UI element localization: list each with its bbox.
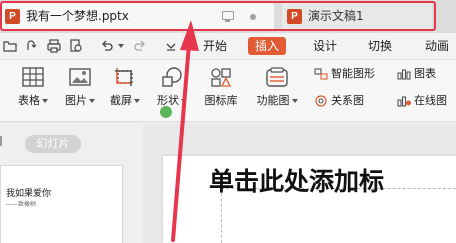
- shape-icon: [162, 67, 182, 87]
- document-tab-active[interactable]: P 我有一个梦想.pptx: [0, 3, 274, 29]
- slide-editor: 单击此处添加标: [143, 123, 456, 243]
- icon-library-button[interactable]: 图标库: [196, 60, 246, 122]
- picture-label: 图片: [65, 94, 87, 107]
- chevron-down-icon: [291, 99, 298, 103]
- unsaved-dot-icon[interactable]: [250, 14, 256, 20]
- chevron-down-icon: [134, 99, 140, 103]
- tab-slides[interactable]: 幻灯片: [25, 135, 81, 153]
- chart-label: 图表: [414, 67, 436, 80]
- relation-chart-label: 关系图: [331, 94, 364, 107]
- screenshot-icon: [115, 68, 133, 86]
- tab-title: 我有一个梦想.pptx: [26, 9, 129, 23]
- function-chart-button[interactable]: 功能图: [250, 60, 304, 122]
- chevron-down-icon: [181, 99, 187, 103]
- function-chart-label: 功能图: [256, 94, 290, 107]
- print-icon[interactable]: [47, 39, 61, 53]
- collapse-panel-icon[interactable]: [0, 136, 6, 146]
- shape-label: 形状: [157, 94, 179, 107]
- online-chart-label: 在线图: [414, 94, 447, 107]
- folder-icon[interactable]: [3, 39, 17, 53]
- function-chart-icon: [266, 67, 288, 87]
- smart-graphic-button[interactable]: 智能图形: [314, 65, 375, 83]
- smart-graphic-label: 智能图形: [331, 67, 375, 80]
- shape-button[interactable]: 形状: [150, 60, 194, 122]
- undo-icon[interactable]: [100, 39, 114, 53]
- slide-thumbnail[interactable]: 我如果爱你 ——致橡树: [0, 165, 123, 243]
- tab-title: 演示文稿1: [308, 9, 364, 23]
- relation-chart-icon: [315, 95, 327, 107]
- cursor-indicator: [160, 106, 172, 118]
- customize-toolbar-icon[interactable]: [164, 39, 178, 53]
- title-placeholder-text[interactable]: 单击此处添加标: [209, 169, 384, 194]
- redo-file-icon[interactable]: [25, 39, 39, 53]
- table-icon: [22, 67, 44, 87]
- menu-animation[interactable]: 动画: [425, 38, 449, 54]
- menu-bar: 开始 插入 设计 切换 动画: [0, 33, 456, 60]
- picture-button[interactable]: 图片: [57, 60, 103, 122]
- undo-dropdown-icon[interactable]: [116, 39, 124, 53]
- thumbnail-subtitle: ——致橡树: [6, 201, 37, 208]
- table-label: 表格: [18, 94, 40, 107]
- chevron-down-icon: [42, 99, 48, 103]
- menu-design[interactable]: 设计: [313, 38, 337, 54]
- table-button[interactable]: 表格: [8, 60, 58, 122]
- smart-graphic-icon: [314, 68, 328, 80]
- picture-icon: [69, 68, 91, 86]
- print-preview-icon[interactable]: [69, 39, 83, 53]
- icon-library-icon: [211, 68, 232, 87]
- redo-icon[interactable]: [133, 39, 147, 53]
- icon-library-label: 图标库: [204, 94, 238, 107]
- chart-icon: [397, 69, 411, 80]
- monitor-icon[interactable]: [222, 11, 234, 22]
- menu-home[interactable]: 开始: [203, 38, 227, 54]
- document-tab-inactive[interactable]: P 演示文稿1: [282, 3, 432, 29]
- slide-panel: 幻灯片 我如果爱你 ——致橡树: [0, 123, 143, 243]
- online-chart-button[interactable]: 在线图: [397, 92, 447, 110]
- screenshot-button[interactable]: 截屏: [102, 60, 148, 122]
- relation-chart-button[interactable]: 关系图: [314, 92, 364, 110]
- menu-insert[interactable]: 插入: [248, 37, 287, 55]
- online-chart-icon: [397, 96, 411, 107]
- ppt-file-icon: P: [287, 8, 302, 24]
- document-tab-bar: P 我有一个梦想.pptx P 演示文稿1: [0, 0, 456, 33]
- title-placeholder[interactable]: [221, 188, 456, 243]
- menu-transition[interactable]: 切换: [368, 38, 392, 54]
- screenshot-label: 截屏: [110, 94, 132, 107]
- chart-button[interactable]: 图表: [397, 65, 436, 83]
- ppt-file-icon: P: [5, 8, 20, 24]
- ribbon-insert: 表格 图片 截屏 形状 图标库 功能图 智能图形 图表 关系图 在线图: [0, 60, 456, 122]
- chevron-down-icon: [89, 99, 95, 103]
- thumbnail-title: 我如果爱你: [6, 189, 52, 199]
